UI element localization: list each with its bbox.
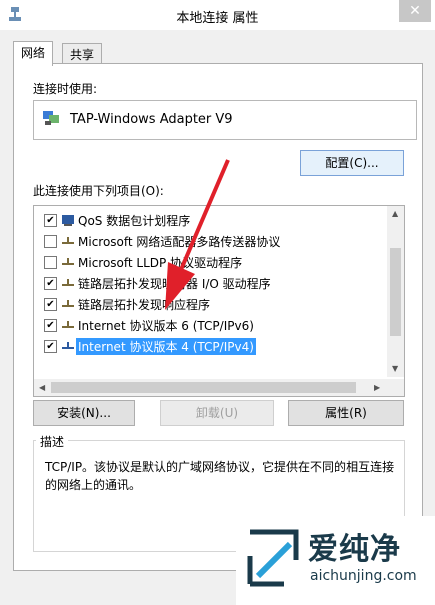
protocol-icon — [62, 258, 74, 265]
items-label: 此连接使用下列项目(O): — [33, 184, 164, 198]
adapter-box: TAP-Windows Adapter V9 — [33, 100, 417, 140]
install-button[interactable]: 安装(N)... — [33, 400, 135, 426]
item-label: 链路层拓扑发现映射器 I/O 驱动程序 — [78, 277, 271, 291]
checkbox[interactable]: ✔ — [44, 340, 57, 353]
close-icon: ✕ — [409, 3, 421, 19]
checkbox[interactable]: ✔ — [44, 277, 57, 290]
description-text: TCP/IP。该协议是默认的广域网络协议，它提供在不同的相互连接的网络上的通讯。 — [45, 460, 395, 492]
list-item[interactable]: Microsoft 网络适配器多路传送器协议 — [34, 231, 396, 251]
uninstall-button: 卸载(U) — [160, 400, 274, 426]
scroll-up-icon[interactable]: ▲ — [392, 209, 398, 218]
scrollbar-thumb[interactable] — [51, 382, 356, 393]
item-label: Microsoft 网络适配器多路传送器协议 — [78, 235, 281, 249]
list-item[interactable]: ✔ 链路层拓扑发现映射器 I/O 驱动程序 — [34, 273, 396, 293]
protocol-icon — [62, 237, 74, 244]
protocol-icon — [62, 342, 74, 349]
protocol-icon — [62, 300, 74, 307]
vertical-scrollbar[interactable]: ▲ ▼ — [387, 206, 404, 377]
properties-button[interactable]: 属性(R) — [288, 400, 404, 426]
checkbox[interactable]: ✔ — [44, 319, 57, 332]
checkbox[interactable]: ✔ — [44, 298, 57, 311]
item-label: QoS 数据包计划程序 — [78, 214, 191, 228]
list-item[interactable]: Microsoft LLDP 协议驱动程序 — [34, 252, 396, 272]
list-item[interactable]: ✔ Internet 协议版本 6 (TCP/IPv6) — [34, 315, 396, 335]
adapter-name: TAP-Windows Adapter V9 — [70, 112, 233, 127]
description-label: 描述 — [36, 433, 69, 450]
watermark-url: aichunjing.com — [310, 568, 417, 584]
scrollbar-thumb[interactable] — [390, 248, 401, 336]
item-label: Internet 协议版本 4 (TCP/IPv4) — [76, 338, 256, 355]
watermark-logo — [247, 529, 299, 587]
protocol-icon — [62, 279, 74, 286]
watermark-text: 爱纯净 — [308, 532, 401, 567]
scroll-left-icon[interactable]: ◀ — [39, 383, 45, 392]
item-label: 链路层拓扑发现响应程序 — [78, 298, 211, 312]
scroll-down-icon[interactable]: ▼ — [392, 364, 398, 373]
list-item[interactable]: ✔ QoS 数据包计划程序 — [34, 210, 396, 230]
checkbox[interactable] — [44, 256, 57, 269]
checkbox[interactable]: ✔ — [44, 214, 57, 227]
qos-icon — [62, 215, 74, 226]
connect-using-label: 连接时使用: — [33, 82, 98, 96]
window-title: 本地连接 属性 — [176, 11, 259, 26]
configure-button[interactable]: 配置(C)... — [300, 150, 404, 176]
protocol-icon — [62, 321, 74, 328]
title-bar: 本地连接 属性 ✕ — [0, 0, 435, 30]
scroll-right-icon[interactable]: ▶ — [374, 383, 380, 392]
horizontal-scrollbar[interactable]: ◀ ▶ — [34, 379, 404, 396]
items-list[interactable]: ✔ QoS 数据包计划程序 Microsoft 网络适配器多路传送器协议 Mic… — [33, 205, 405, 397]
item-label: Microsoft LLDP 协议驱动程序 — [78, 256, 243, 270]
close-button[interactable]: ✕ — [399, 0, 431, 22]
list-item[interactable]: ✔ 链路层拓扑发现响应程序 — [34, 294, 396, 314]
item-label: Internet 协议版本 6 (TCP/IPv6) — [78, 319, 254, 333]
watermark: 爱纯净 aichunjing.com — [236, 516, 435, 605]
list-item-selected[interactable]: ✔ Internet 协议版本 4 (TCP/IPv4) — [34, 336, 396, 356]
adapter-icon — [43, 111, 59, 125]
checkbox[interactable] — [44, 235, 57, 248]
tab-network[interactable]: 网络 — [13, 41, 54, 66]
